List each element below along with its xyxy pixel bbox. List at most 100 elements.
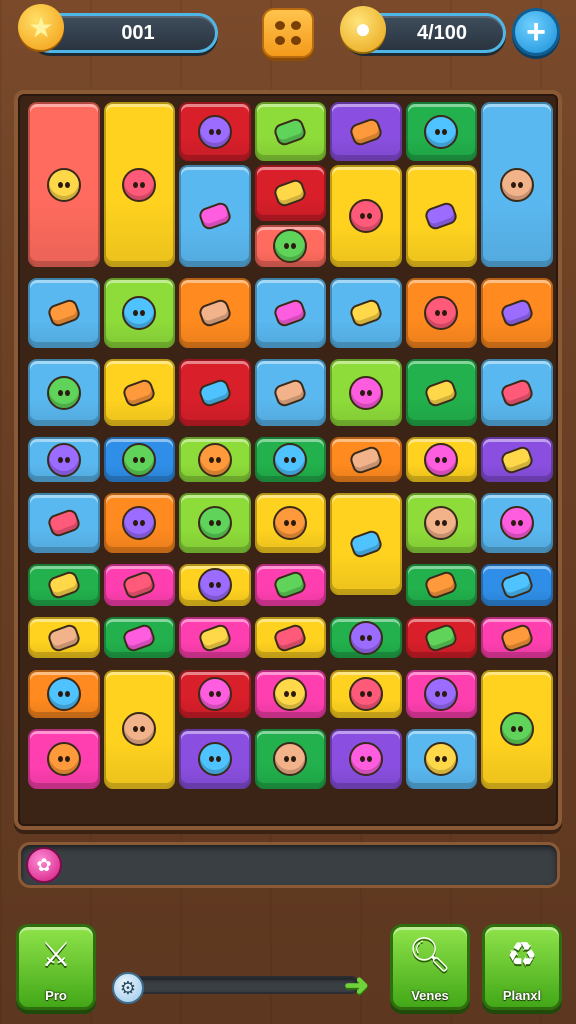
game-tile[interactable] xyxy=(330,669,402,719)
game-tile[interactable] xyxy=(179,493,251,553)
character-face-icon xyxy=(273,742,308,777)
game-tile[interactable] xyxy=(103,436,175,483)
game-tile[interactable] xyxy=(254,616,326,659)
character-face-icon xyxy=(348,676,383,711)
game-tile[interactable] xyxy=(481,616,553,659)
game-tile[interactable] xyxy=(405,102,477,162)
game-tile[interactable] xyxy=(405,729,477,789)
game-tile[interactable] xyxy=(179,729,251,789)
game-tile[interactable] xyxy=(254,729,326,789)
item-icon xyxy=(272,377,309,409)
item-icon xyxy=(498,569,535,601)
game-tile[interactable] xyxy=(28,669,100,719)
item-icon xyxy=(45,622,82,654)
game-tile[interactable] xyxy=(103,563,175,606)
progress-bar: ✿ xyxy=(18,842,560,888)
item-icon xyxy=(423,569,460,601)
game-tile[interactable] xyxy=(28,493,100,553)
item-icon xyxy=(347,297,384,329)
game-tile[interactable] xyxy=(405,563,477,606)
game-tile[interactable] xyxy=(405,493,477,553)
game-tile[interactable] xyxy=(254,278,326,349)
character-face-icon xyxy=(348,620,383,655)
game-tile[interactable] xyxy=(330,278,402,349)
item-icon xyxy=(498,622,535,654)
character-face-icon xyxy=(122,505,157,540)
game-tile[interactable] xyxy=(103,359,175,426)
top-hud: 001 ★ 4/100 ● + xyxy=(0,0,576,80)
venes-button[interactable]: 🔍︎ Venes xyxy=(390,924,470,1010)
item-icon xyxy=(498,297,535,329)
game-tile[interactable] xyxy=(254,493,326,553)
plus-icon: + xyxy=(526,13,546,51)
game-tile[interactable] xyxy=(405,278,477,349)
character-face-icon xyxy=(197,676,232,711)
character-face-icon xyxy=(348,199,383,234)
game-tile[interactable] xyxy=(254,359,326,426)
game-tile[interactable] xyxy=(330,436,402,483)
venes-button-label: Venes xyxy=(411,988,449,1003)
game-tile[interactable] xyxy=(481,563,553,606)
game-tile[interactable] xyxy=(254,436,326,483)
game-tile[interactable] xyxy=(179,669,251,719)
booster-slider-knob[interactable]: ⚙ xyxy=(112,972,144,1004)
game-tile[interactable] xyxy=(254,669,326,719)
arrow-right-icon[interactable]: ➜ xyxy=(344,970,378,1002)
game-tile[interactable] xyxy=(330,616,402,659)
coins-value: 4/100 xyxy=(416,21,468,44)
game-tile[interactable] xyxy=(28,359,100,426)
game-tile[interactable] xyxy=(481,102,553,268)
pro-button[interactable]: ⚔ Pro xyxy=(16,924,96,1010)
game-tile[interactable] xyxy=(103,493,175,553)
game-tile[interactable] xyxy=(179,436,251,483)
game-tile[interactable] xyxy=(103,616,175,659)
game-tile[interactable] xyxy=(330,165,402,268)
game-tile[interactable] xyxy=(179,278,251,349)
character-face-icon xyxy=(197,114,232,149)
game-tile[interactable] xyxy=(254,102,326,162)
game-tile[interactable] xyxy=(330,493,402,596)
game-tile[interactable] xyxy=(405,669,477,719)
game-tile[interactable] xyxy=(330,729,402,789)
game-tile[interactable] xyxy=(28,616,100,659)
game-tile[interactable] xyxy=(103,102,175,268)
menu-button[interactable] xyxy=(262,8,314,58)
game-tile[interactable] xyxy=(405,616,477,659)
game-tile[interactable] xyxy=(179,616,251,659)
character-face-icon xyxy=(197,505,232,540)
game-tile[interactable] xyxy=(254,225,326,268)
game-tile[interactable] xyxy=(103,278,175,349)
planxl-button[interactable]: ♻ Planxl xyxy=(482,924,562,1010)
add-coins-button[interactable]: + xyxy=(512,8,560,56)
game-tile[interactable] xyxy=(481,493,553,553)
game-tile[interactable] xyxy=(179,165,251,268)
game-tile[interactable] xyxy=(481,278,553,349)
game-tile[interactable] xyxy=(28,436,100,483)
game-tile[interactable] xyxy=(28,278,100,349)
character-face-icon xyxy=(273,442,308,477)
game-tile[interactable] xyxy=(28,729,100,789)
game-tile[interactable] xyxy=(481,359,553,426)
character-face-icon xyxy=(197,742,232,777)
coin-icon: ● xyxy=(340,6,386,52)
game-tile[interactable] xyxy=(103,669,175,789)
game-tile[interactable] xyxy=(405,436,477,483)
game-tile[interactable] xyxy=(254,563,326,606)
booster-slider-track[interactable] xyxy=(120,976,360,994)
game-tile[interactable] xyxy=(179,563,251,606)
game-tile[interactable] xyxy=(481,669,553,789)
pro-button-label: Pro xyxy=(45,988,67,1003)
game-board xyxy=(14,90,562,830)
game-tile[interactable] xyxy=(28,102,100,268)
game-tile[interactable] xyxy=(330,359,402,426)
game-tile[interactable] xyxy=(179,102,251,162)
game-tile[interactable] xyxy=(28,563,100,606)
character-face-icon xyxy=(424,442,459,477)
game-tile[interactable] xyxy=(405,165,477,268)
game-tile[interactable] xyxy=(405,359,477,426)
game-tile[interactable] xyxy=(254,165,326,222)
game-tile[interactable] xyxy=(481,436,553,483)
game-tile[interactable] xyxy=(330,102,402,162)
game-tile[interactable] xyxy=(179,359,251,426)
item-icon xyxy=(272,177,309,209)
